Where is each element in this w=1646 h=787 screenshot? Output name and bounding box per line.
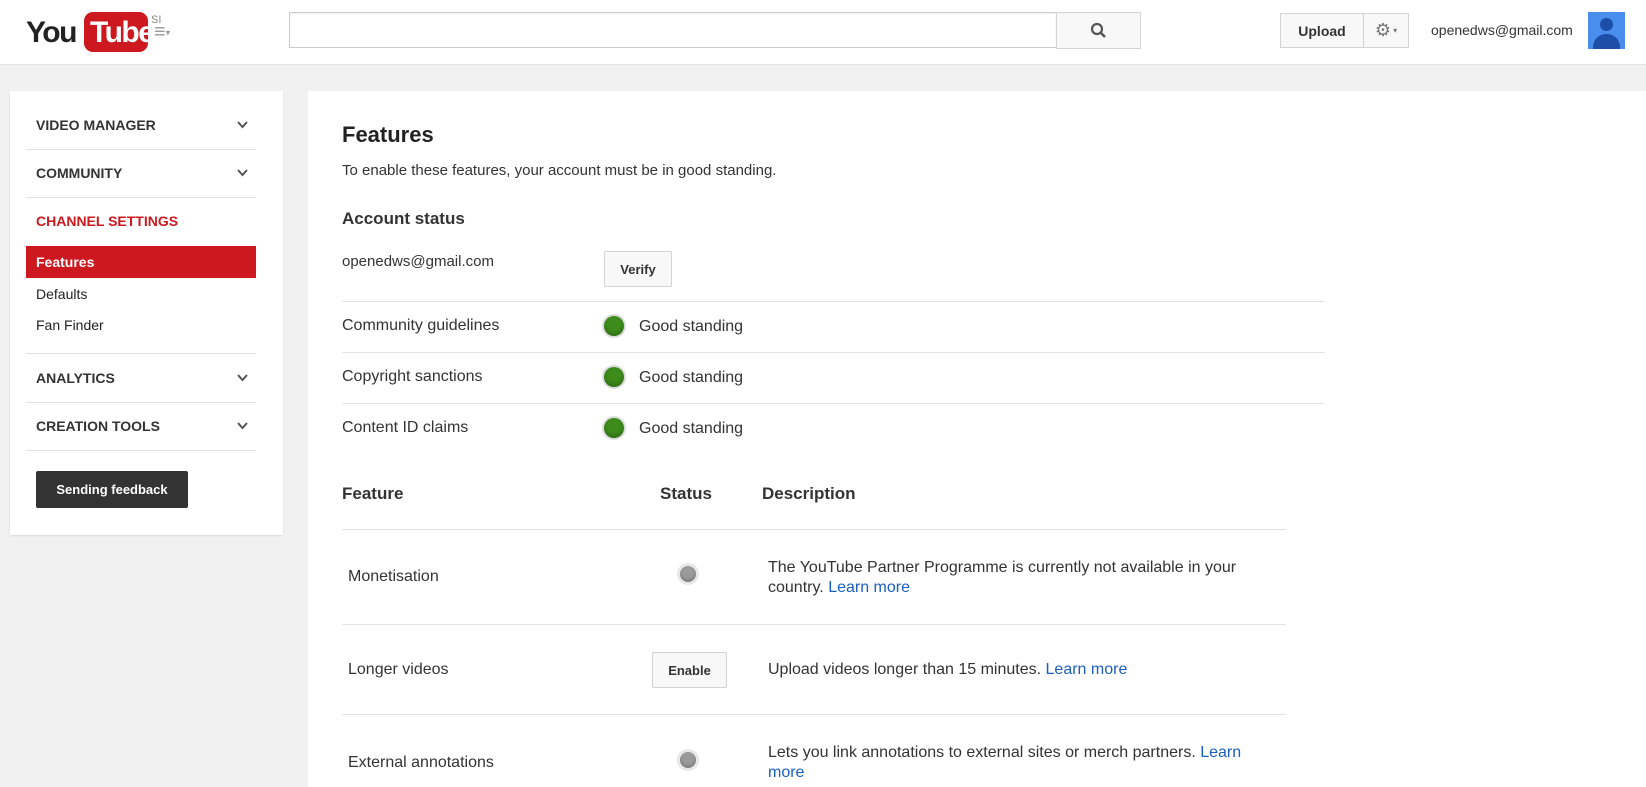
logo-tube-badge: Tube — [84, 12, 155, 52]
verify-button[interactable]: Verify — [604, 251, 672, 287]
sidebar-section-label: CREATION TOOLS — [36, 418, 160, 434]
sidebar-section-label: ANALYTICS — [36, 370, 115, 386]
feature-description: Upload videos longer than 15 minutes. Le… — [768, 660, 1278, 680]
sidebar-item-label: Fan Finder — [36, 317, 104, 333]
sidebar-item-features[interactable]: Features — [26, 246, 256, 278]
status-value: Good standing — [639, 420, 744, 437]
sidebar-section-channel-settings[interactable]: CHANNEL SETTINGS — [26, 197, 256, 245]
sidebar-section-label: COMMUNITY — [36, 165, 123, 181]
account-status-email: openedws@gmail.com — [342, 253, 494, 270]
feedback-button[interactable]: Sending feedback — [36, 471, 188, 508]
main-panel — [308, 91, 1646, 787]
sidebar-section-analytics[interactable]: ANALYTICS — [26, 354, 256, 403]
feature-description: Lets you link annotations to external si… — [768, 743, 1278, 783]
sidebar-item-label: Features — [36, 254, 95, 270]
feature-name-monetisation: Monetisation — [348, 568, 439, 585]
divider — [342, 714, 1286, 715]
divider — [342, 301, 1325, 302]
description-text: Upload videos longer than 15 minutes. — [768, 661, 1042, 678]
sidebar-section-creation-tools[interactable]: CREATION TOOLS — [26, 402, 256, 451]
status-label-community-guidelines: Community guidelines — [342, 317, 500, 334]
feature-name-longer-videos: Longer videos — [348, 661, 449, 678]
feature-name-external-annotations: External annotations — [348, 754, 494, 771]
sidebar-section-community[interactable]: COMMUNITY — [26, 149, 256, 198]
gear-icon: ⚙ — [1374, 20, 1392, 40]
status-unavailable-icon — [680, 566, 696, 582]
top-bar: You Tube SI ≡▾ Upload ⚙ ▾ openedws@gmail.… — [0, 0, 1646, 65]
chevron-down-icon — [237, 121, 248, 129]
sidebar-section-video-manager[interactable]: VIDEO MANAGER — [26, 101, 256, 150]
sidebar-section-label: VIDEO MANAGER — [36, 117, 156, 133]
status-label-content-id-claims: Content ID claims — [342, 419, 469, 436]
sidebar-section-label: CHANNEL SETTINGS — [36, 213, 179, 229]
chevron-down-icon — [237, 374, 248, 382]
feature-description: The YouTube Partner Programme is current… — [768, 558, 1278, 598]
chevron-down-icon: ▾ — [1393, 26, 1398, 35]
divider — [342, 624, 1286, 625]
logo-you-text: You — [26, 16, 77, 49]
guide-menu-icon[interactable]: ≡▾ — [154, 22, 170, 43]
page-subtitle: To enable these features, your account m… — [342, 162, 777, 179]
status-good-icon — [604, 367, 624, 387]
description-text: Lets you link annotations to external si… — [768, 744, 1196, 761]
sidebar-item-defaults[interactable]: Defaults — [26, 278, 256, 310]
account-email[interactable]: openedws@gmail.com — [1431, 22, 1573, 38]
settings-button[interactable]: ⚙ ▾ — [1363, 13, 1409, 48]
divider — [342, 403, 1325, 404]
avatar[interactable] — [1588, 12, 1625, 49]
search-input[interactable] — [289, 12, 1057, 48]
enable-button[interactable]: Enable — [652, 652, 727, 688]
column-header-feature: Feature — [342, 484, 404, 503]
status-good-icon — [604, 418, 624, 438]
chevron-down-icon — [237, 422, 248, 430]
status-value: Good standing — [639, 318, 744, 335]
status-label-copyright-sanctions: Copyright sanctions — [342, 368, 483, 385]
sidebar-item-label: Defaults — [36, 286, 88, 302]
status-value: Good standing — [639, 369, 744, 386]
status-good-icon — [604, 316, 624, 336]
divider — [342, 529, 1286, 530]
upload-button[interactable]: Upload — [1280, 13, 1364, 48]
divider — [342, 352, 1325, 353]
column-header-description: Description — [762, 484, 856, 503]
status-unavailable-icon — [680, 752, 696, 768]
page-title: Features — [342, 122, 434, 147]
logo-tube-text: Tube — [90, 16, 155, 49]
learn-more-link[interactable]: Learn more — [1046, 661, 1128, 678]
search-icon — [1090, 22, 1106, 38]
search-button[interactable] — [1056, 12, 1141, 49]
chevron-down-icon — [237, 169, 248, 177]
learn-more-link[interactable]: Learn more — [828, 579, 910, 596]
account-status-heading: Account status — [342, 209, 465, 228]
sidebar-item-fan-finder[interactable]: Fan Finder — [26, 309, 256, 341]
column-header-status: Status — [660, 484, 712, 503]
